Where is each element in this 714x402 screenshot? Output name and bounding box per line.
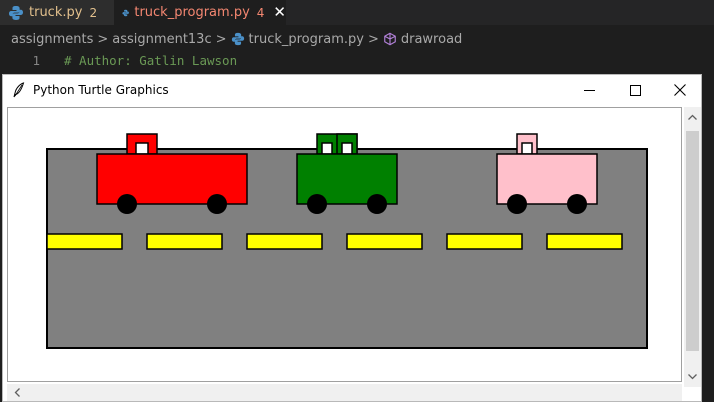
tab-label: truck.py <box>29 5 83 20</box>
lane-marking <box>346 233 423 250</box>
scroll-down-icon[interactable] <box>684 368 701 385</box>
truck-window <box>135 142 149 155</box>
turtle-canvas[interactable] <box>7 107 682 382</box>
tab-truck-program-py[interactable]: truck_program.py 4 ✕ <box>114 0 286 25</box>
truck-wheel <box>117 194 137 214</box>
python-file-icon <box>231 32 244 46</box>
breadcrumb-separator: > <box>215 31 227 47</box>
turtle-drawing <box>46 133 648 349</box>
breadcrumb: assignments > assignment13c > truck_prog… <box>0 28 462 50</box>
python-file-icon <box>122 9 129 16</box>
scroll-up-icon[interactable] <box>684 109 701 126</box>
lane-marking <box>146 233 223 250</box>
green-truck <box>296 133 398 214</box>
truck-wheel <box>367 194 387 214</box>
scroll-left-icon[interactable] <box>9 384 26 401</box>
truck-window <box>341 142 353 155</box>
lane-marking <box>46 233 123 250</box>
problem-count: 2 <box>89 5 98 20</box>
truck-window <box>521 142 533 155</box>
breadcrumb-separator: > <box>367 31 379 47</box>
line-number: 1 <box>32 52 40 68</box>
code-line[interactable]: 1 # Author: Gatlin Lawson <box>0 50 237 70</box>
truck-window <box>321 142 333 155</box>
problem-count: 4 <box>256 5 265 20</box>
close-tab-icon[interactable]: ✕ <box>273 5 286 20</box>
breadcrumb-item[interactable]: drawroad <box>401 32 462 47</box>
feather-icon <box>13 82 25 98</box>
maximize-button[interactable] <box>612 75 658 105</box>
tab-truck-py[interactable]: truck.py 2 <box>0 0 114 25</box>
symbol-method-icon <box>384 32 396 46</box>
window-titlebar[interactable]: Python Turtle Graphics <box>3 75 701 105</box>
truck-body <box>96 153 248 205</box>
minimize-button[interactable] <box>566 75 612 105</box>
pink-truck <box>496 133 598 214</box>
vertical-scrollbar[interactable] <box>684 107 701 387</box>
horizontal-scrollbar[interactable] <box>7 384 682 401</box>
breadcrumb-separator: > <box>97 31 109 47</box>
truck-wheel <box>307 194 327 214</box>
truck-wheel <box>507 194 527 214</box>
close-button[interactable] <box>657 75 703 105</box>
lane-marking <box>446 233 523 250</box>
close-icon <box>674 84 686 96</box>
window-title: Python Turtle Graphics <box>33 83 169 97</box>
breadcrumb-item[interactable]: assignments <box>11 32 93 47</box>
lane-marking <box>246 233 323 250</box>
breadcrumb-item[interactable]: assignment13c <box>112 32 211 47</box>
editor-tab-bar: truck.py 2 truck_program.py 4 ✕ <box>0 0 714 25</box>
python-file-icon <box>9 5 23 20</box>
red-truck <box>96 133 248 214</box>
turtle-graphics-window: Python Turtle Graphics <box>2 74 702 402</box>
minimize-icon <box>583 89 595 91</box>
lane-marking <box>546 233 623 250</box>
breadcrumb-item[interactable]: truck_program.py <box>249 32 364 47</box>
truck-wheel <box>207 194 227 214</box>
truck-wheel <box>567 194 587 214</box>
code-comment[interactable]: # Author: Gatlin Lawson <box>64 53 237 68</box>
tab-label: truck_program.py <box>134 5 250 20</box>
scrollbar-thumb[interactable] <box>686 131 699 351</box>
maximize-icon <box>629 84 641 96</box>
